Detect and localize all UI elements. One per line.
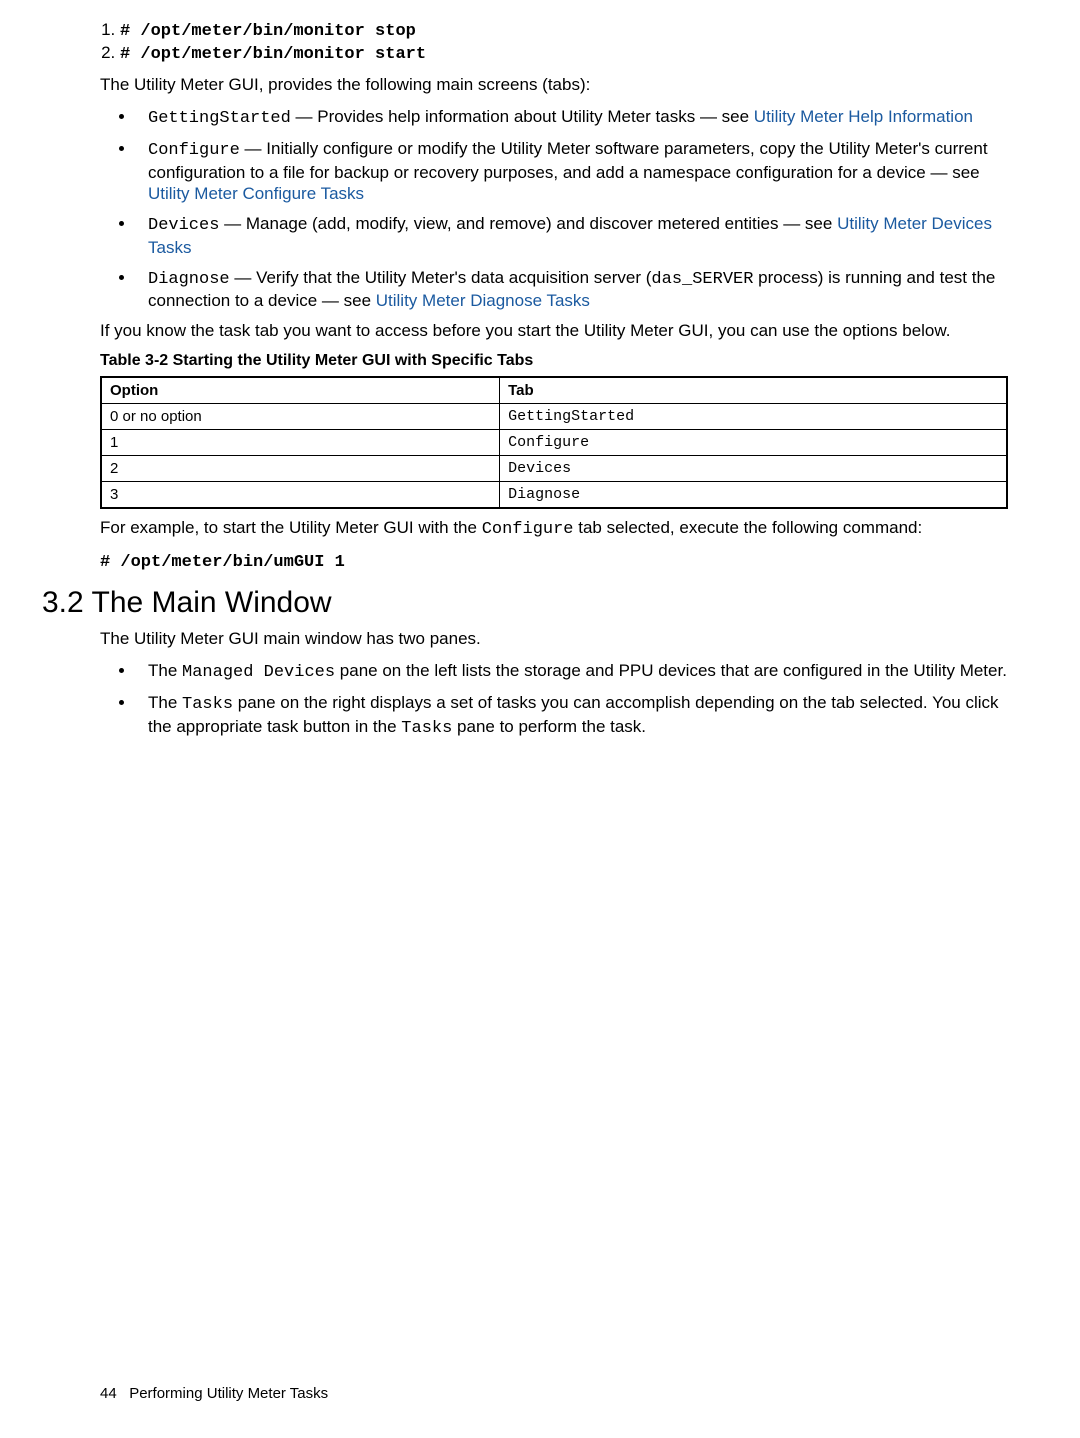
text-span: pane to perform the task. (452, 717, 646, 736)
code-span: Diagnose (148, 270, 230, 289)
text-span: tab selected, execute the following comm… (574, 518, 923, 537)
command-list: # /opt/meter/bin/monitor stop # /opt/met… (100, 20, 1008, 64)
text-span: — Initially configure or modify the Util… (148, 139, 988, 182)
list-item: GettingStarted — Provides help informati… (136, 106, 1008, 130)
code-span: Devices (148, 216, 219, 235)
table-cell: 2 (101, 456, 500, 482)
table-row: 3 Diagnose (101, 482, 1007, 509)
link-text[interactable]: Utility Meter Diagnose Tasks (376, 291, 590, 310)
text-span: — Verify that the Utility Meter's data a… (230, 268, 652, 287)
page-number: 44 (100, 1385, 117, 1402)
list-item: The Managed Devices pane on the left lis… (136, 660, 1008, 684)
text-span: The (148, 661, 182, 680)
example-command: # /opt/meter/bin/umGUI 1 (100, 551, 1008, 572)
table-header: Tab (500, 377, 1007, 404)
code-span: das_SERVER (651, 270, 753, 289)
text-span: pane on the left lists the storage and P… (335, 661, 1007, 680)
table-cell: GettingStarted (500, 404, 1007, 430)
table-cell: 0 or no option (101, 404, 500, 430)
section-bullets: The Managed Devices pane on the left lis… (100, 660, 1008, 739)
options-table: Option Tab 0 or no option GettingStarted… (100, 376, 1008, 509)
command-text: # /opt/meter/bin/umGUI 1 (100, 553, 345, 572)
list-item: Devices — Manage (add, modify, view, and… (136, 213, 1008, 259)
list-item: The Tasks pane on the right displays a s… (136, 692, 1008, 740)
list-item: # /opt/meter/bin/monitor start (120, 43, 1008, 64)
text-span: — Manage (add, modify, view, and remove)… (219, 214, 837, 233)
link-text[interactable]: Utility Meter Help Information (754, 107, 973, 126)
code-span: Tasks (182, 695, 233, 714)
section-heading: 3.2 The Main Window (42, 586, 1008, 620)
code-span: GettingStarted (148, 109, 291, 128)
code-span: Configure (148, 141, 240, 160)
list-item: Diagnose — Verify that the Utility Meter… (136, 267, 1008, 313)
table-cell: 1 (101, 430, 500, 456)
list-item: # /opt/meter/bin/monitor stop (120, 20, 1008, 41)
table-row: 2 Devices (101, 456, 1007, 482)
table-title: Table 3-2 Starting the Utility Meter GUI… (100, 352, 1008, 370)
table-header-row: Option Tab (101, 377, 1007, 404)
list-item: Configure — Initially configure or modif… (136, 138, 1008, 205)
code-span: Configure (482, 520, 574, 539)
table-cell: 3 (101, 482, 500, 509)
table-cell: Configure (500, 430, 1007, 456)
link-text[interactable]: Utility Meter Configure Tasks (148, 184, 364, 203)
section-intro: The Utility Meter GUI main window has tw… (100, 628, 1008, 650)
table-header: Option (101, 377, 500, 404)
table-cell: Diagnose (500, 482, 1007, 509)
example-text: For example, to start the Utility Meter … (100, 517, 1008, 541)
code-span: Tasks (401, 719, 452, 738)
command-start: # /opt/meter/bin/monitor start (120, 45, 426, 64)
table-cell: Devices (500, 456, 1007, 482)
page-footer: 44 Performing Utility Meter Tasks (100, 1385, 328, 1402)
text-span: For example, to start the Utility Meter … (100, 518, 482, 537)
text-span: — Provides help information about Utilit… (291, 107, 754, 126)
note-text: If you know the task tab you want to acc… (100, 320, 1008, 342)
table-row: 0 or no option GettingStarted (101, 404, 1007, 430)
bullets-top: GettingStarted — Provides help informati… (100, 106, 1008, 312)
text-span: The (148, 693, 182, 712)
code-span: Managed Devices (182, 663, 335, 682)
intro-text: The Utility Meter GUI, provides the foll… (100, 74, 1008, 96)
footer-label: Performing Utility Meter Tasks (129, 1385, 328, 1402)
command-stop: # /opt/meter/bin/monitor stop (120, 22, 416, 41)
page-container: # /opt/meter/bin/monitor stop # /opt/met… (0, 0, 1080, 1438)
table-row: 1 Configure (101, 430, 1007, 456)
